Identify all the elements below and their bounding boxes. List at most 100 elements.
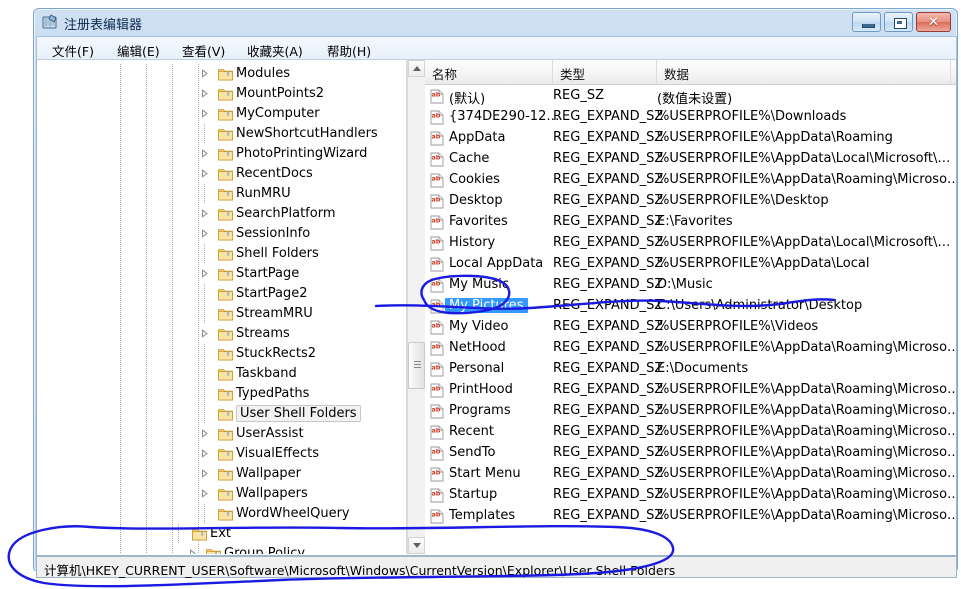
tree-guide-line bbox=[120, 464, 121, 484]
menu-item-1[interactable]: 编辑(E) bbox=[112, 40, 165, 61]
expand-arrow-icon[interactable] bbox=[200, 89, 209, 98]
table-row[interactable]: ab Programs REG_EXPAND_SZ %USERPROFILE%\App… bbox=[425, 401, 956, 422]
expand-arrow-icon[interactable] bbox=[200, 109, 209, 118]
table-row[interactable]: ab Cache REG_EXPAND_SZ %USERPROFILE%\AppDat… bbox=[425, 149, 956, 170]
expand-arrow-icon[interactable] bbox=[200, 229, 209, 238]
expand-arrow-icon[interactable] bbox=[200, 149, 209, 158]
menu-item-4[interactable]: 帮助(H) bbox=[322, 40, 376, 61]
table-row[interactable]: ab Cookies REG_EXPAND_SZ %USERPROFILE%\AppD… bbox=[425, 170, 956, 191]
column-header-1[interactable]: 类型 bbox=[553, 60, 657, 84]
table-row[interactable]: ab (默认) REG_SZ (数值未设置) bbox=[425, 86, 956, 107]
tree-guide-line bbox=[172, 244, 173, 264]
tree-item-5[interactable]: RecentDocs bbox=[50, 164, 406, 184]
table-row[interactable]: ab Personal REG_EXPAND_SZ E:\Documents bbox=[425, 359, 956, 380]
table-row[interactable]: ab My Video REG_EXPAND_SZ %USERPROFILE%\Vid… bbox=[425, 317, 956, 338]
expand-arrow-icon[interactable] bbox=[200, 449, 209, 458]
table-row[interactable]: ab NetHood REG_EXPAND_SZ %USERPROFILE%\AppD… bbox=[425, 338, 956, 359]
tree-item-17[interactable]: User Shell Folders bbox=[50, 404, 406, 424]
tree-guide-line bbox=[204, 404, 205, 424]
tree-vertical-scrollbar[interactable] bbox=[407, 60, 425, 554]
value-type: REG_EXPAND_SZ bbox=[553, 382, 664, 397]
table-row[interactable]: ab Desktop REG_EXPAND_SZ %USERPROFILE%\Desk… bbox=[425, 191, 956, 212]
registry-values-list[interactable]: 名称 类型 数据 ab (默认) REG_SZ (数值未设置) ab {374DE290-12… bbox=[425, 60, 956, 554]
tree-guide-line bbox=[172, 524, 173, 544]
expand-arrow-icon[interactable] bbox=[200, 69, 209, 78]
value-type: REG_EXPAND_SZ bbox=[553, 319, 664, 334]
svg-text:ab: ab bbox=[432, 217, 441, 225]
value-name: My Music bbox=[449, 277, 510, 292]
tree-item-23[interactable]: Ext bbox=[50, 524, 406, 544]
table-row[interactable]: ab Local AppData REG_EXPAND_SZ %USERPROFILE… bbox=[425, 254, 956, 275]
table-row[interactable]: ab My Pictures REG_EXPAND_SZ C:\Users\Admin… bbox=[425, 296, 956, 317]
string-value-icon: ab bbox=[430, 362, 444, 377]
expand-arrow-icon[interactable] bbox=[200, 169, 209, 178]
expand-arrow-icon[interactable] bbox=[188, 549, 197, 554]
close-button[interactable]: ✕ bbox=[916, 12, 951, 32]
tree-item-9[interactable]: Shell Folders bbox=[50, 244, 406, 264]
list-column-headers[interactable]: 名称 类型 数据 bbox=[425, 60, 956, 85]
table-row[interactable]: ab My Music REG_EXPAND_SZ D:\Music bbox=[425, 275, 956, 296]
tree-item-13[interactable]: Streams bbox=[50, 324, 406, 344]
tree-item-22[interactable]: WordWheelQuery bbox=[50, 504, 406, 524]
tree-item-18[interactable]: UserAssist bbox=[50, 424, 406, 444]
tree-item-8[interactable]: SessionInfo bbox=[50, 224, 406, 244]
tree-guide-line bbox=[120, 524, 121, 544]
tree-guide-line bbox=[120, 64, 121, 84]
expand-arrow-icon[interactable] bbox=[200, 489, 209, 498]
menu-item-0[interactable]: 文件(F) bbox=[47, 40, 99, 61]
table-row[interactable]: ab AppData REG_EXPAND_SZ %USERPROFILE%\AppD… bbox=[425, 128, 956, 149]
menu-item-3[interactable]: 收藏夹(A) bbox=[242, 40, 308, 61]
svg-text:ab: ab bbox=[432, 259, 441, 267]
tree-item-label: Wallpaper bbox=[236, 466, 302, 481]
value-name: AppData bbox=[449, 130, 506, 145]
minimize-button[interactable] bbox=[852, 12, 881, 32]
title-bar[interactable]: 注册表编辑器 ✕ bbox=[34, 9, 957, 36]
expand-arrow-icon[interactable] bbox=[200, 469, 209, 478]
table-row[interactable]: ab Recent REG_EXPAND_SZ %USERPROFILE%\AppDa… bbox=[425, 422, 956, 443]
maximize-button[interactable] bbox=[884, 12, 913, 32]
tree-item-10[interactable]: StartPage bbox=[50, 264, 406, 284]
scrollbar-thumb[interactable] bbox=[408, 342, 425, 389]
tree-item-12[interactable]: StreamMRU bbox=[50, 304, 406, 324]
table-row[interactable]: ab Favorites REG_EXPAND_SZ E:\Favorites bbox=[425, 212, 956, 233]
tree-item-11[interactable]: StartPage2 bbox=[50, 284, 406, 304]
string-value-icon: ab bbox=[430, 467, 444, 482]
column-header-0[interactable]: 名称 bbox=[425, 60, 553, 84]
table-row[interactable]: ab PrintHood REG_EXPAND_SZ %USERPROFILE%\Ap… bbox=[425, 380, 956, 401]
tree-item-16[interactable]: TypedPaths bbox=[50, 384, 406, 404]
table-row[interactable]: ab Templates REG_EXPAND_SZ %USERPROFILE%\Ap… bbox=[425, 506, 956, 527]
scroll-down-button[interactable] bbox=[408, 537, 425, 554]
expand-arrow-icon[interactable] bbox=[200, 209, 209, 218]
menu-item-2[interactable]: 查看(V) bbox=[177, 40, 230, 61]
column-header-label: 名称 bbox=[432, 67, 458, 82]
tree-guide-line bbox=[198, 384, 199, 404]
table-row[interactable]: ab Startup REG_EXPAND_SZ %USERPROFILE%\AppD… bbox=[425, 485, 956, 506]
expand-arrow-icon[interactable] bbox=[200, 269, 209, 278]
scroll-up-button[interactable] bbox=[408, 60, 425, 77]
tree-item-21[interactable]: Wallpapers bbox=[50, 484, 406, 504]
tree-item-20[interactable]: Wallpaper bbox=[50, 464, 406, 484]
registry-tree[interactable]: Modules MountPoints2 MyComputer NewShortcut… bbox=[50, 60, 407, 554]
table-row[interactable]: ab {374DE290-12… REG_EXPAND_SZ %USERPROFILE… bbox=[425, 107, 956, 128]
tree-item-24[interactable]: Group Policy bbox=[50, 544, 406, 554]
tree-item-6[interactable]: RunMRU bbox=[50, 184, 406, 204]
tree-guide-line bbox=[198, 284, 199, 304]
table-row[interactable]: ab History REG_EXPAND_SZ %USERPROFILE%\AppD… bbox=[425, 233, 956, 254]
folder-icon bbox=[218, 347, 233, 361]
folder-icon bbox=[218, 407, 233, 421]
tree-guide-line bbox=[204, 284, 205, 304]
expand-arrow-icon[interactable] bbox=[200, 329, 209, 338]
expand-arrow-icon[interactable] bbox=[200, 429, 209, 438]
tree-item-3[interactable]: NewShortcutHandlers bbox=[50, 124, 406, 144]
tree-item-7[interactable]: SearchPlatform bbox=[50, 204, 406, 224]
table-row[interactable]: ab Start Menu REG_EXPAND_SZ %USERPROFILE%\A… bbox=[425, 464, 956, 485]
tree-item-19[interactable]: VisualEffects bbox=[50, 444, 406, 464]
tree-item-2[interactable]: MyComputer bbox=[50, 104, 406, 124]
tree-item-0[interactable]: Modules bbox=[50, 64, 406, 84]
tree-item-1[interactable]: MountPoints2 bbox=[50, 84, 406, 104]
tree-item-4[interactable]: PhotoPrintingWizard bbox=[50, 144, 406, 164]
tree-item-15[interactable]: Taskband bbox=[50, 364, 406, 384]
tree-item-14[interactable]: StuckRects2 bbox=[50, 344, 406, 364]
table-row[interactable]: ab SendTo REG_EXPAND_SZ %USERPROFILE%\AppDa… bbox=[425, 443, 956, 464]
column-header-2[interactable]: 数据 bbox=[657, 60, 951, 84]
